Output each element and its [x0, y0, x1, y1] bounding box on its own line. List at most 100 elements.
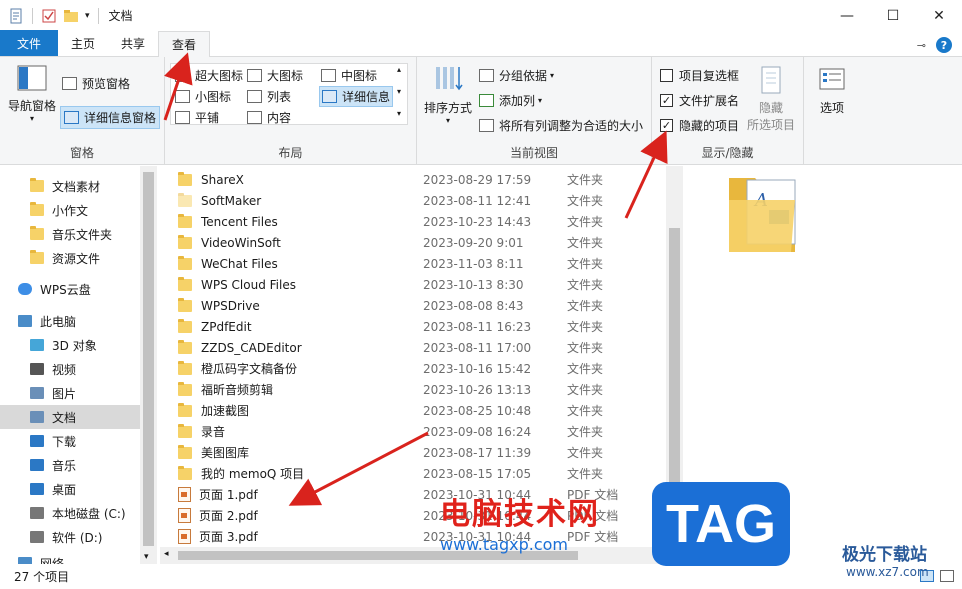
- nav-item[interactable]: WPS云盘: [0, 277, 140, 301]
- file-row[interactable]: WPS Cloud Files 2023-10-13 8:30 文件夹: [178, 274, 668, 295]
- layout-expand-icon[interactable]: ▾: [397, 109, 401, 118]
- nav-item-label: 文档: [52, 410, 77, 425]
- large-icons-option[interactable]: 大图标: [247, 67, 303, 84]
- nav-item[interactable]: 本地磁盘 (C:): [0, 501, 140, 525]
- scroll-left-icon[interactable]: ◂: [164, 549, 169, 559]
- file-date: 2023-11-03 8:11: [423, 256, 524, 271]
- tab-share[interactable]: 共享: [108, 31, 158, 56]
- nav-item[interactable]: 文档: [0, 405, 140, 429]
- list-option[interactable]: 列表: [247, 88, 291, 105]
- folder-icon: [178, 423, 192, 438]
- nav-item[interactable]: 此电脑: [0, 309, 140, 333]
- nav-scrollbar[interactable]: ▾: [140, 166, 157, 564]
- nav-item[interactable]: 音乐文件夹: [0, 222, 140, 246]
- nav-item[interactable]: 小作文: [0, 198, 140, 222]
- nav-item[interactable]: 文档素材: [0, 174, 140, 198]
- extra-large-icons-label: 超大图标: [195, 69, 244, 83]
- chevron-down-icon: ▾: [550, 71, 555, 80]
- file-row[interactable]: 橙瓜码字文稿备份 2023-10-16 15:42 文件夹: [178, 358, 668, 379]
- document-icon: [30, 411, 44, 423]
- file-row[interactable]: 我的 memoQ 项目 2023-08-15 17:05 文件夹: [178, 463, 668, 484]
- details-icon: [322, 90, 337, 103]
- medium-icons-option[interactable]: 中图标: [321, 67, 377, 84]
- nav-item[interactable]: 音乐: [0, 453, 140, 477]
- close-button[interactable]: ✕: [916, 0, 962, 31]
- group-by-button[interactable]: 分组依据 ▾: [479, 67, 554, 84]
- tiles-option[interactable]: 平铺: [175, 109, 219, 126]
- preview-pane-button[interactable]: 预览窗格: [62, 75, 130, 92]
- item-checkboxes-checkbox[interactable]: [660, 69, 673, 82]
- nav-pane-label: 导航窗格: [7, 99, 56, 113]
- nav-item[interactable]: 视频: [0, 357, 140, 381]
- item-checkboxes-toggle[interactable]: 项目复选框: [660, 67, 739, 84]
- properties-icon[interactable]: [8, 8, 24, 24]
- content-option[interactable]: 内容: [247, 109, 291, 126]
- details-option[interactable]: 详细信息: [319, 86, 394, 107]
- nav-item[interactable]: 3D 对象: [0, 333, 140, 357]
- folder-icon: [178, 465, 192, 480]
- tab-file[interactable]: 文件: [0, 30, 58, 56]
- jg-watermark: 极光下载站 www.xz7.com: [810, 540, 960, 579]
- nav-item[interactable]: 下载: [0, 429, 140, 453]
- details-pane-button[interactable]: 详细信息窗格: [60, 106, 161, 129]
- tab-home[interactable]: 主页: [58, 31, 108, 56]
- nav-item[interactable]: 资源文件: [0, 246, 140, 270]
- file-row[interactable]: WPSDrive 2023-08-08 8:43 文件夹: [178, 295, 668, 316]
- file-row[interactable]: 加速截图 2023-08-25 10:48 文件夹: [178, 400, 668, 421]
- size-all-columns-label: 将所有列调整为合适的大小: [499, 119, 644, 133]
- file-row[interactable]: 美图图库 2023-08-17 11:39 文件夹: [178, 442, 668, 463]
- hidden-items-toggle[interactable]: ✓ 隐藏的项目: [660, 117, 739, 134]
- file-row[interactable]: Tencent Files 2023-10-23 14:43 文件夹: [178, 211, 668, 232]
- add-columns-button[interactable]: 添加列 ▾: [479, 92, 542, 109]
- sort-by-button[interactable]: 排序方式 ▾: [423, 65, 473, 125]
- help-icon[interactable]: ?: [936, 37, 952, 53]
- file-date: 2023-08-11 17:00: [423, 340, 532, 355]
- medium-icons-label: 中图标: [341, 69, 378, 83]
- folder-icon: [30, 202, 44, 216]
- hidden-items-checkbox[interactable]: ✓: [660, 119, 673, 132]
- nav-item-label: 资源文件: [52, 251, 101, 266]
- extra-large-icons-option[interactable]: 超大图标: [175, 67, 243, 84]
- file-extensions-checkbox[interactable]: ✓: [660, 94, 673, 107]
- file-row[interactable]: WeChat Files 2023-11-03 8:11 文件夹: [178, 253, 668, 274]
- folder-icon: [178, 381, 192, 396]
- file-row[interactable]: ZPdfEdit 2023-08-11 16:23 文件夹: [178, 316, 668, 337]
- nav-item-label: WPS云盘: [40, 282, 91, 297]
- file-name-cell: 我的 memoQ 项目: [178, 465, 423, 482]
- file-row[interactable]: ShareX 2023-08-29 17:59 文件夹: [178, 169, 668, 190]
- customize-toolbar-icon[interactable]: ▾: [85, 11, 90, 21]
- nav-item[interactable]: 软件 (D:): [0, 525, 140, 549]
- window-controls: — ☐ ✕: [824, 0, 962, 31]
- nav-item[interactable]: 桌面: [0, 477, 140, 501]
- layout-scroll-down-icon[interactable]: ▾: [397, 87, 401, 96]
- layout-scroll-up-icon[interactable]: ▴: [397, 65, 401, 74]
- nav-scrollbar-thumb[interactable]: [143, 172, 154, 546]
- maximize-button[interactable]: ☐: [870, 0, 916, 31]
- large-icons-label: 大图标: [267, 69, 304, 83]
- file-row[interactable]: 录音 2023-09-08 16:24 文件夹: [178, 421, 668, 442]
- tab-view[interactable]: 查看: [158, 31, 211, 57]
- pdf-file-icon: [178, 508, 191, 523]
- file-row[interactable]: ZZDS_CADEditor 2023-08-11 17:00 文件夹: [178, 337, 668, 358]
- new-folder-icon[interactable]: [63, 8, 79, 24]
- file-row[interactable]: 福昕音频剪辑 2023-10-26 13:13 文件夹: [178, 379, 668, 400]
- small-icons-option[interactable]: 小图标: [175, 88, 231, 105]
- scroll-down-icon[interactable]: ▾: [144, 552, 149, 562]
- nav-item[interactable]: 图片: [0, 381, 140, 405]
- file-row[interactable]: SoftMaker 2023-08-11 12:41 文件夹: [178, 190, 668, 211]
- drive-icon: [30, 507, 44, 519]
- nav-pane-button[interactable]: 导航窗格 ▾: [6, 65, 58, 123]
- folder-preview-icon: A: [729, 178, 796, 252]
- file-type: 文件夹: [567, 425, 604, 439]
- minimize-button[interactable]: —: [824, 0, 870, 31]
- checklist-icon[interactable]: [41, 8, 57, 24]
- hide-selected-button[interactable]: 隐藏 所选项目: [746, 65, 796, 133]
- ribbon: 导航窗格 ▾ 预览窗格 详细信息窗格 窗格 超大图标 大图标 中图标 小图标 列…: [0, 57, 962, 165]
- size-all-columns-button[interactable]: 将所有列调整为合适的大小: [479, 117, 643, 134]
- file-extensions-toggle[interactable]: ✓ 文件扩展名: [660, 92, 739, 109]
- file-row[interactable]: VideoWinSoft 2023-09-20 9:01 文件夹: [178, 232, 668, 253]
- options-button[interactable]: 选项: [812, 67, 852, 116]
- content-label: 内容: [267, 111, 292, 125]
- pin-ribbon-icon[interactable]: ⊸: [917, 39, 926, 52]
- panes-group-label: 窗格: [69, 146, 94, 160]
